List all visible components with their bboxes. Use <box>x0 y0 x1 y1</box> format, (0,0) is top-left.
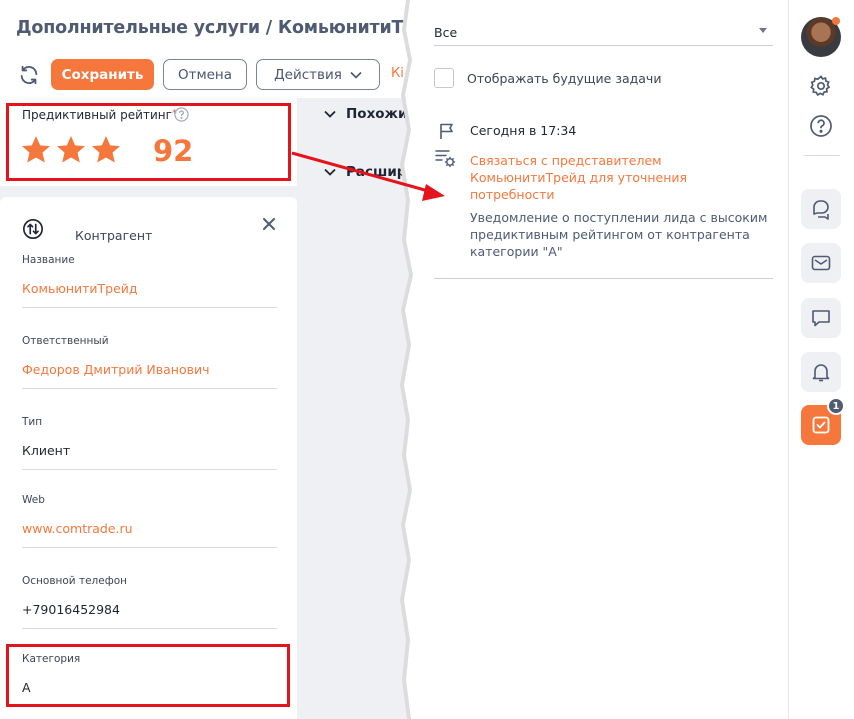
field-label: Название <box>22 254 75 266</box>
contractor-swap-icon <box>23 219 43 239</box>
field-label: Основной телефон <box>22 575 127 587</box>
actions-dropdown-button[interactable]: Действия <box>256 59 380 90</box>
task-filter-select[interactable]: Все <box>434 16 773 46</box>
field-label: Тип <box>22 416 43 428</box>
flag-icon <box>440 123 453 139</box>
chat-bubbles-button[interactable] <box>801 189 841 229</box>
chat-bubbles-icon <box>813 200 829 220</box>
task-time: Сегодня в 17:34 <box>470 123 577 138</box>
cancel-button[interactable]: Отмена <box>163 59 247 90</box>
bell-icon <box>812 364 830 382</box>
field-phone: Основной телефон +79016452984 <box>22 575 277 629</box>
field-name: Название КомьюнитиТрейд <box>22 254 277 308</box>
tasks-panel: Все Отображать будущие задачи Сегодня в … <box>420 0 795 719</box>
record-header: Дополнительные услуги / КомьюнитиТрейд С… <box>0 0 415 98</box>
field-label: Ответственный <box>22 335 109 347</box>
task-list-settings-icon <box>435 150 456 168</box>
close-icon[interactable] <box>262 217 276 231</box>
field-label: Web <box>22 494 45 506</box>
phone-value[interactable]: +79016452984 <box>22 602 277 629</box>
refresh-icon[interactable] <box>18 64 40 86</box>
contractor-name-link[interactable]: КомьюнитиТрейд <box>22 281 277 308</box>
right-sidebar: 1 <box>788 0 854 719</box>
task-filter-value: Все <box>434 25 458 40</box>
gear-icon[interactable] <box>809 74 833 98</box>
chevron-down-icon <box>324 110 336 118</box>
type-value[interactable]: Клиент <box>22 443 277 470</box>
mail-button[interactable] <box>801 243 841 283</box>
notifications-button[interactable] <box>801 352 841 392</box>
comment-button[interactable] <box>801 298 841 338</box>
checkbox-icon <box>812 416 830 434</box>
actions-label: Действия <box>274 66 342 83</box>
contractor-card: Контрагент Название КомьюнитиТрейд Ответ… <box>0 197 297 719</box>
web-link[interactable]: www.comtrade.ru <box>22 521 277 548</box>
field-type: Тип Клиент <box>22 416 277 470</box>
task-title-link[interactable]: Связаться с представителем КомьюнитиТрей… <box>470 152 770 203</box>
chevron-down-icon <box>324 168 336 176</box>
field-web: Web www.comtrade.ru <box>22 494 277 548</box>
contractor-title: Контрагент <box>75 228 153 243</box>
show-future-checkbox[interactable] <box>434 68 454 88</box>
divider <box>434 278 773 279</box>
task-description: Уведомление о поступлении лида с высоким… <box>470 210 768 259</box>
tasks-count-badge: 1 <box>827 397 845 415</box>
owner-link[interactable]: Федоров Дмитрий Иванович <box>22 362 277 389</box>
save-button[interactable]: Сохранить <box>51 59 154 90</box>
status-dot <box>832 17 840 25</box>
page-title: Дополнительные услуги / КомьюнитиТрейд <box>16 18 415 38</box>
category-highlight-frame <box>6 644 290 707</box>
field-owner: Ответственный Федоров Дмитрий Иванович <box>22 335 277 389</box>
help-icon[interactable] <box>809 114 833 138</box>
caret-down-icon <box>759 28 767 33</box>
chevron-down-icon <box>350 71 362 79</box>
show-future-label: Отображать будущие задачи <box>467 71 662 86</box>
comment-icon <box>812 310 830 327</box>
rating-highlight-frame <box>6 103 291 181</box>
envelope-icon <box>811 255 831 271</box>
divider <box>804 155 840 156</box>
